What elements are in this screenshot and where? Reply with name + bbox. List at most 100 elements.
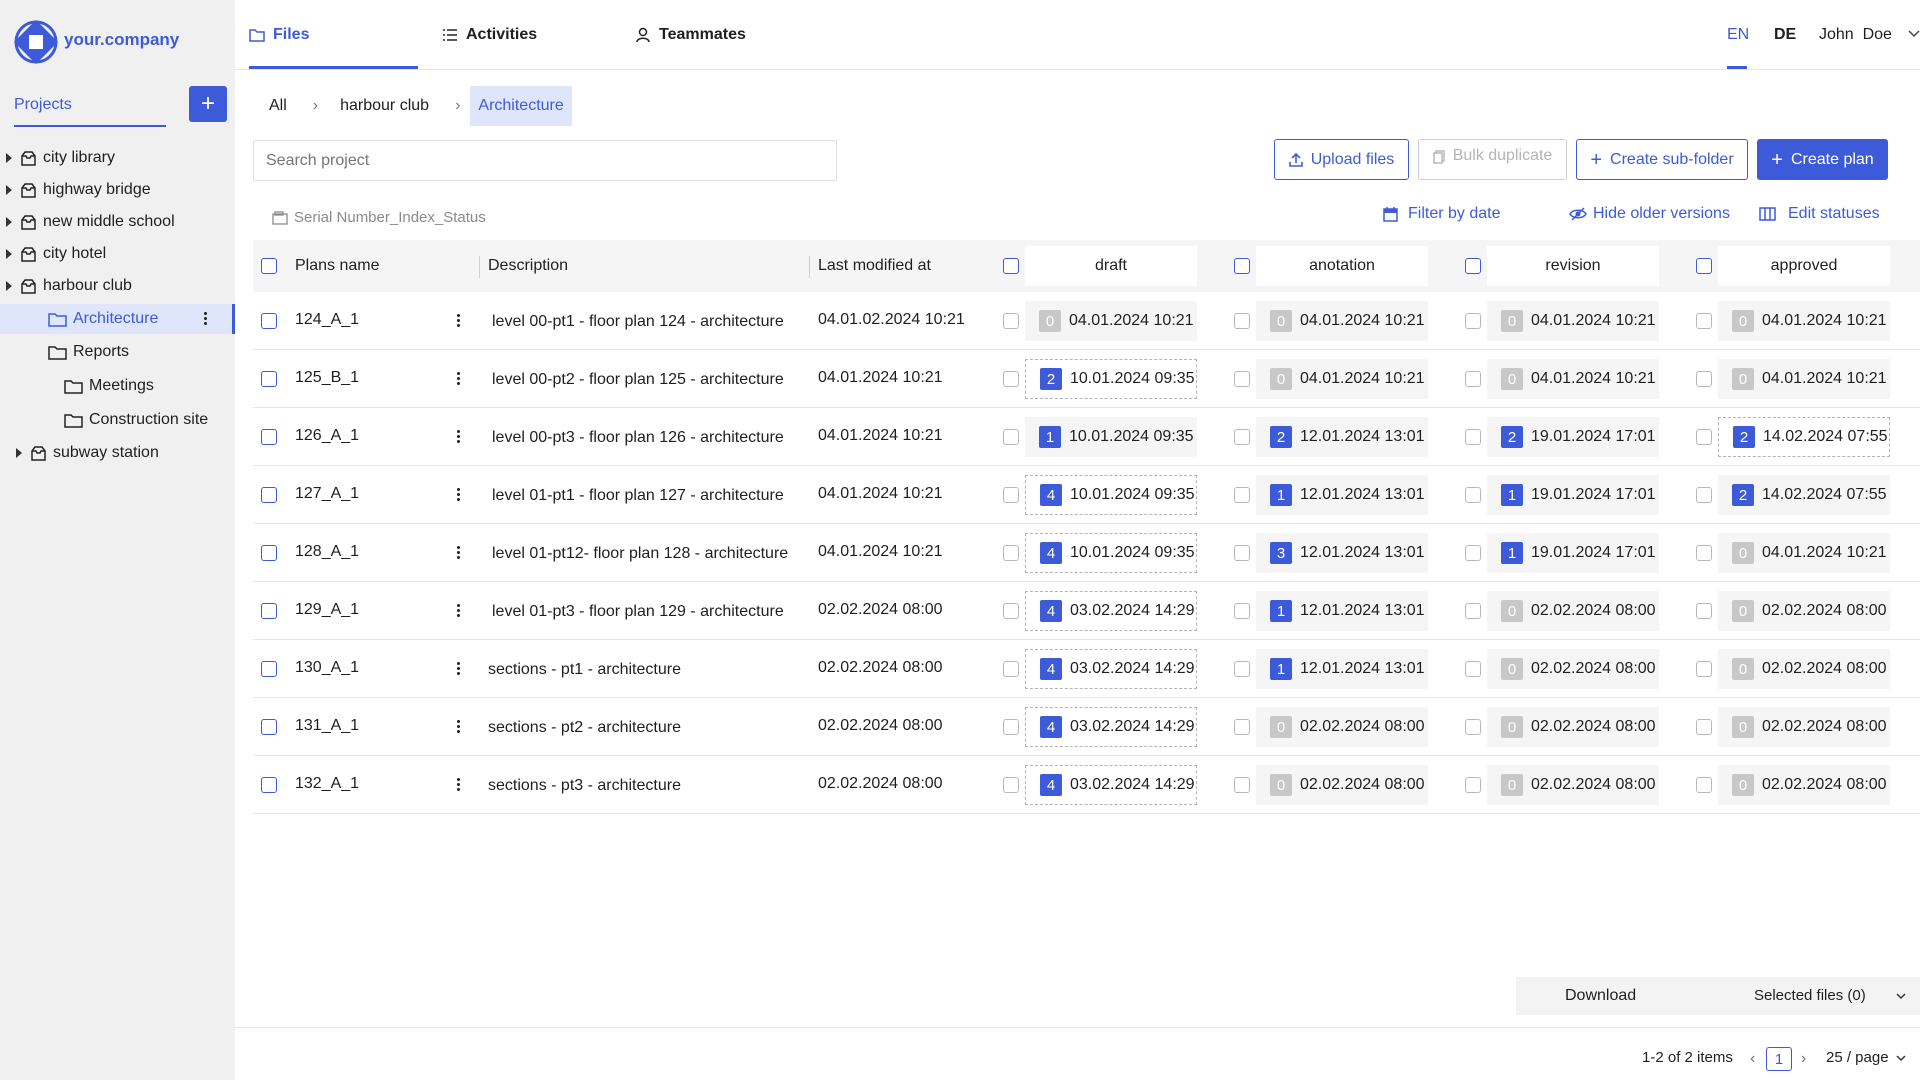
row-checkbox[interactable]	[261, 661, 277, 677]
status-cell-approved[interactable]: 2 14.02.2024 07:55	[1718, 417, 1890, 457]
status-cell-draft[interactable]: 0 04.01.2024 10:21	[1025, 301, 1197, 341]
more-options-icon[interactable]	[457, 428, 461, 445]
tree-item-city-hotel[interactable]: city hotel	[0, 239, 235, 269]
caret-right-icon[interactable]	[6, 153, 12, 163]
caret-right-icon[interactable]	[6, 249, 12, 259]
search-input[interactable]	[253, 140, 837, 181]
status-cell-anotation[interactable]: 2 12.01.2024 13:01	[1256, 417, 1428, 457]
status-checkbox[interactable]	[1003, 603, 1019, 619]
upload-files-button[interactable]: Upload files	[1274, 139, 1409, 180]
caret-right-icon[interactable]	[6, 185, 12, 195]
page-size-select[interactable]: 25 / page	[1826, 1049, 1889, 1066]
chevron-down-icon[interactable]	[1896, 993, 1906, 1000]
table-row[interactable]: 130_A_1 sections - pt1 - architecture 02.0…	[253, 640, 1920, 698]
status-cell-revision[interactable]: 0 02.02.2024 08:00	[1487, 591, 1659, 631]
more-options-icon[interactable]	[457, 370, 461, 387]
status-checkbox[interactable]	[1003, 719, 1019, 735]
more-options-icon[interactable]	[457, 660, 461, 677]
status-checkbox[interactable]	[1465, 603, 1481, 619]
status-cell-anotation[interactable]: 0 02.02.2024 08:00	[1256, 707, 1428, 747]
more-options-icon[interactable]	[457, 486, 461, 503]
status-checkbox[interactable]	[1465, 719, 1481, 735]
status-cell-anotation[interactable]: 0 04.01.2024 10:21	[1256, 301, 1428, 341]
status-cell-draft[interactable]: 4 03.02.2024 14:29	[1025, 765, 1197, 805]
more-options-icon[interactable]	[457, 312, 461, 329]
status-checkbox[interactable]	[1465, 545, 1481, 561]
language-en[interactable]: EN	[1727, 26, 1749, 44]
breadcrumb-harbour-club[interactable]: harbour club	[328, 97, 445, 115]
status-cell-revision[interactable]: 1 19.01.2024 17:01	[1487, 533, 1659, 573]
status-checkbox[interactable]	[1465, 777, 1481, 793]
status-checkbox[interactable]	[1234, 487, 1250, 503]
tab-activities[interactable]: Activities	[442, 0, 537, 70]
row-checkbox[interactable]	[261, 545, 277, 561]
status-checkbox[interactable]	[1234, 777, 1250, 793]
status-cell-draft[interactable]: 4 10.01.2024 09:35	[1025, 533, 1197, 573]
caret-right-icon[interactable]	[6, 281, 12, 291]
more-options-icon[interactable]	[457, 602, 461, 619]
status-checkbox[interactable]	[1234, 371, 1250, 387]
row-checkbox[interactable]	[261, 719, 277, 735]
add-project-button[interactable]: +	[189, 86, 227, 122]
status-checkbox[interactable]	[1234, 545, 1250, 561]
status-cell-approved[interactable]: 2 14.02.2024 07:55	[1718, 475, 1890, 515]
tree-item-architecture[interactable]: Architecture	[0, 304, 235, 334]
plan-name[interactable]: 131_A_1	[295, 698, 359, 754]
status-cell-approved[interactable]: 0 04.01.2024 10:21	[1718, 533, 1890, 573]
status-checkbox[interactable]	[1003, 313, 1019, 329]
status-checkbox[interactable]	[1696, 429, 1712, 445]
status-cell-approved[interactable]: 0 04.01.2024 10:21	[1718, 301, 1890, 341]
status-cell-anotation[interactable]: 3 12.01.2024 13:01	[1256, 533, 1428, 573]
row-checkbox[interactable]	[261, 487, 277, 503]
status-checkbox[interactable]	[1003, 371, 1019, 387]
filter-by-date-button[interactable]: Filter by date	[1383, 205, 1500, 223]
status-checkbox[interactable]	[1465, 371, 1481, 387]
row-checkbox[interactable]	[261, 603, 277, 619]
table-row[interactable]: 125_B_1 level 00-pt2 - floor plan 125 - a…	[253, 350, 1920, 408]
chevron-down-icon[interactable]	[1896, 1055, 1906, 1062]
row-checkbox[interactable]	[261, 313, 277, 329]
status-checkbox[interactable]	[1003, 545, 1019, 561]
status-cell-anotation[interactable]: 0 02.02.2024 08:00	[1256, 765, 1428, 805]
status-checkbox[interactable]	[1696, 371, 1712, 387]
plan-name[interactable]: 124_A_1	[295, 292, 359, 348]
status-checkbox[interactable]	[1465, 661, 1481, 677]
tree-item-highway-bridge[interactable]: highway bridge	[0, 175, 235, 205]
status-cell-revision[interactable]: 0 02.02.2024 08:00	[1487, 649, 1659, 689]
table-row[interactable]: 131_A_1 sections - pt2 - architecture 02.0…	[253, 698, 1920, 756]
table-row[interactable]: 132_A_1 sections - pt3 - architecture 02.0…	[253, 756, 1920, 814]
status-cell-anotation[interactable]: 0 04.01.2024 10:21	[1256, 359, 1428, 399]
status-checkbox[interactable]	[1696, 777, 1712, 793]
plan-name[interactable]: 128_A_1	[295, 524, 359, 580]
tree-item-new-middle-school[interactable]: new middle school	[0, 207, 235, 237]
tree-item-meetings[interactable]: Meetings	[0, 371, 235, 401]
chevron-down-icon[interactable]	[1908, 30, 1920, 38]
table-row[interactable]: 127_A_1 level 01-pt1 - floor plan 127 - a…	[253, 466, 1920, 524]
status-cell-anotation[interactable]: 1 12.01.2024 13:01	[1256, 475, 1428, 515]
status-checkbox[interactable]	[1465, 487, 1481, 503]
caret-right-icon[interactable]	[6, 217, 12, 227]
status-cell-approved[interactable]: 0 02.02.2024 08:00	[1718, 707, 1890, 747]
select-all-checkbox[interactable]	[261, 258, 277, 274]
status-checkbox[interactable]	[1696, 313, 1712, 329]
status-checkbox[interactable]	[1465, 313, 1481, 329]
download-label[interactable]: Download	[1565, 987, 1636, 1005]
tab-files[interactable]: Files	[249, 0, 309, 70]
prev-page-icon[interactable]: ‹	[1750, 1050, 1755, 1068]
status-cell-approved[interactable]: 0 04.01.2024 10:21	[1718, 359, 1890, 399]
language-de[interactable]: DE	[1774, 26, 1796, 44]
plan-name[interactable]: 126_A_1	[295, 408, 359, 464]
select-column-approved-checkbox[interactable]	[1696, 258, 1712, 274]
status-checkbox[interactable]	[1696, 603, 1712, 619]
status-cell-draft[interactable]: 1 10.01.2024 09:35	[1025, 417, 1197, 457]
plan-name[interactable]: 127_A_1	[295, 466, 359, 522]
status-cell-revision[interactable]: 0 04.01.2024 10:21	[1487, 301, 1659, 341]
breadcrumb-all[interactable]: All	[253, 97, 303, 115]
row-checkbox[interactable]	[261, 777, 277, 793]
caret-right-icon[interactable]	[16, 448, 22, 458]
next-page-icon[interactable]: ›	[1801, 1050, 1806, 1068]
status-cell-draft[interactable]: 4 03.02.2024 14:29	[1025, 649, 1197, 689]
user-menu[interactable]: John Doe	[1819, 26, 1892, 44]
tab-projects[interactable]: Projects	[14, 96, 72, 114]
status-cell-revision[interactable]: 0 02.02.2024 08:00	[1487, 707, 1659, 747]
